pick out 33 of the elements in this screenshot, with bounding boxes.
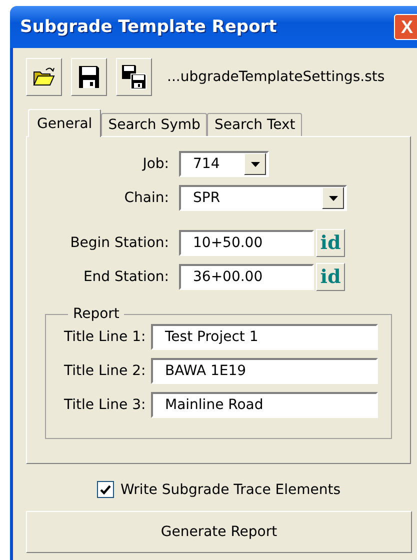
id-button[interactable]: id — [316, 229, 345, 257]
title-line-field[interactable]: BAWA 1E19 — [151, 358, 378, 384]
group-label: Report — [68, 306, 124, 322]
station-field[interactable]: 10+50.00 — [179, 230, 314, 256]
field-label: Chain: — [123, 190, 170, 206]
toolbar-button[interactable] — [116, 58, 152, 96]
id-button[interactable]: id — [316, 263, 345, 291]
field-label: End Station: — [82, 269, 170, 285]
field-label: Title Line 3: — [64, 397, 147, 413]
floppy-disks-icon — [121, 64, 147, 90]
dropdown-arrow-icon — [250, 162, 260, 166]
folder-icon — [32, 66, 56, 88]
tab[interactable]: General — [28, 109, 102, 137]
checkbox-label: Write Subgrade Trace Elements — [120, 482, 341, 498]
field-label: Job: — [141, 156, 170, 172]
checkbox[interactable] — [97, 481, 114, 498]
dropdown[interactable]: 714 — [179, 151, 269, 177]
toolbar-button[interactable] — [26, 58, 62, 96]
generate-report-button[interactable]: Generate Report — [26, 511, 412, 553]
field-label: Title Line 2: — [64, 363, 147, 379]
dropdown-arrow-icon — [328, 196, 338, 200]
window-title: Subgrade Template Report — [20, 17, 277, 37]
tab[interactable]: Search Symb — [101, 113, 208, 136]
toolbar-button[interactable] — [71, 58, 107, 96]
file-name: ...ubgradeTemplateSettings.sts — [167, 69, 385, 85]
station-field[interactable]: 36+00.00 — [179, 264, 314, 290]
tab[interactable]: Search Text — [207, 113, 302, 136]
title-line-field[interactable]: Mainline Road — [151, 392, 378, 418]
title-line-field[interactable]: Test Project 1 — [151, 324, 378, 350]
field-label: Title Line 1: — [64, 329, 147, 345]
close-button[interactable]: X — [394, 14, 417, 40]
field-label: Begin Station: — [69, 235, 170, 251]
dropdown[interactable]: SPR — [179, 185, 347, 211]
